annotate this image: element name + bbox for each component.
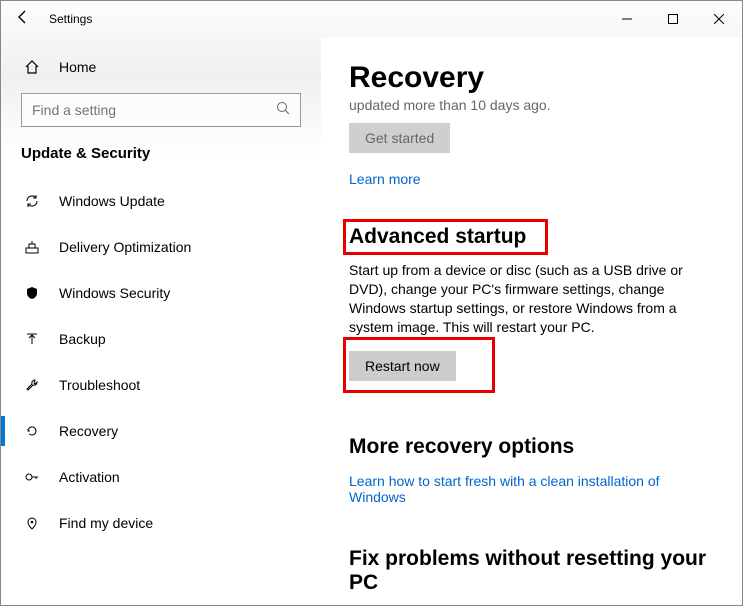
location-icon [23,515,41,531]
page-title: Recovery [349,61,714,95]
key-icon [23,469,41,485]
fix-problems-heading: Fix problems without resetting your PC [349,547,714,595]
sidebar-item-activation[interactable]: Activation [1,454,321,500]
wrench-icon [23,377,41,393]
settings-window: Settings Home Update & Security [0,0,743,606]
nav-label: Windows Security [59,285,170,301]
sidebar-item-windows-security[interactable]: Windows Security [1,270,321,316]
sync-icon [23,193,41,209]
close-button[interactable] [696,1,742,37]
restart-now-button[interactable]: Restart now [349,351,456,381]
nav-list: Windows Update Delivery Optimization Win… [1,178,321,546]
titlebar: Settings [1,1,742,37]
nav-label: Troubleshoot [59,377,140,393]
sidebar-item-find-my-device[interactable]: Find my device [1,500,321,546]
nav-label: Recovery [59,423,118,439]
truncated-prev-text: updated more than 10 days ago. [349,97,714,113]
get-started-button[interactable]: Get started [349,123,450,153]
search-icon [276,101,290,120]
nav-label: Backup [59,331,106,347]
backup-icon [23,331,41,347]
home-nav[interactable]: Home [1,47,321,87]
advanced-startup-heading: Advanced startup [349,225,714,249]
nav-label: Windows Update [59,193,165,209]
sidebar: Home Update & Security Windows Update De… [1,37,321,605]
clean-install-link[interactable]: Learn how to start fresh with a clean in… [349,473,714,505]
learn-more-link[interactable]: Learn more [349,171,421,187]
recovery-icon [23,423,41,439]
home-icon [23,59,41,75]
sidebar-item-windows-update[interactable]: Windows Update [1,178,321,224]
nav-label: Delivery Optimization [59,239,191,255]
delivery-icon [23,239,41,255]
search-box[interactable] [21,93,301,127]
sidebar-item-troubleshoot[interactable]: Troubleshoot [1,362,321,408]
nav-label: Activation [59,469,120,485]
minimize-button[interactable] [604,1,650,37]
sidebar-item-delivery-optimization[interactable]: Delivery Optimization [1,224,321,270]
sidebar-item-recovery[interactable]: Recovery [1,408,321,454]
sidebar-section-heading: Update & Security [1,139,321,178]
content-pane: Recovery updated more than 10 days ago. … [321,37,742,605]
shield-icon [23,285,41,301]
window-title: Settings [45,12,604,26]
nav-label: Find my device [59,515,153,531]
search-input[interactable] [32,102,276,118]
maximize-button[interactable] [650,1,696,37]
home-label: Home [59,59,96,75]
more-recovery-heading: More recovery options [349,435,714,459]
sidebar-item-backup[interactable]: Backup [1,316,321,362]
window-controls [604,1,742,37]
advanced-startup-description: Start up from a device or disc (such as … [349,261,714,337]
back-button[interactable] [1,9,45,30]
